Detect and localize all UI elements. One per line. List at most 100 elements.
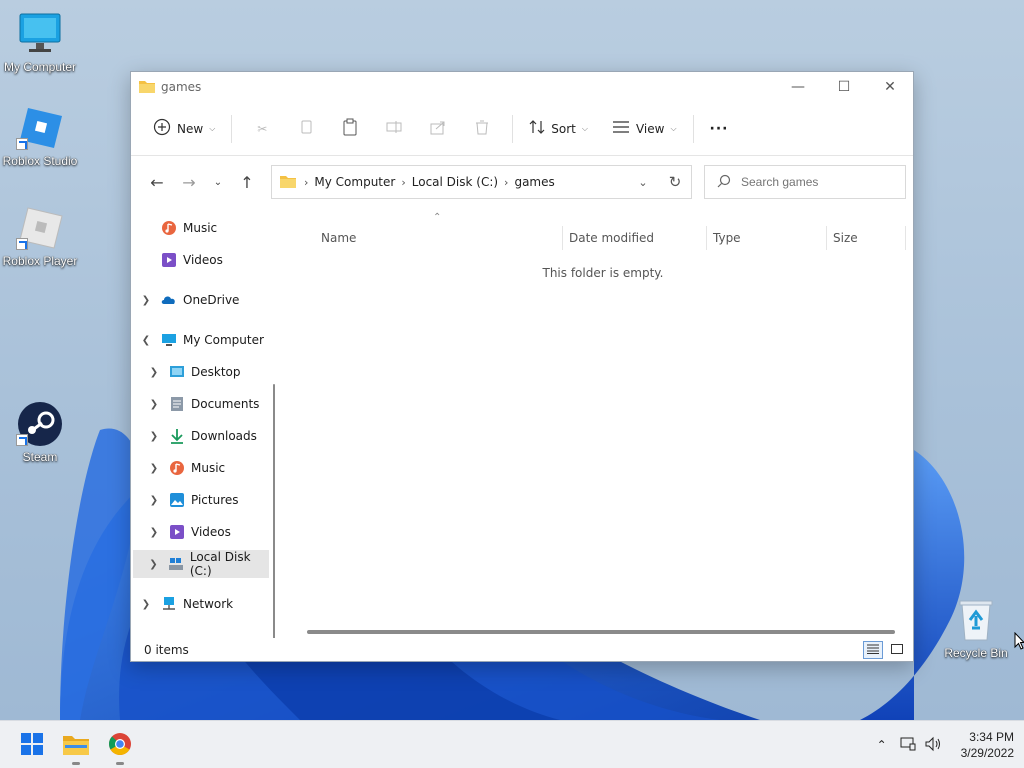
maximize-button[interactable]: ☐ <box>821 72 867 102</box>
refresh-button[interactable]: ↻ <box>659 166 691 198</box>
nav-item-pictures[interactable]: ❯ Pictures <box>147 486 277 514</box>
delete-button[interactable] <box>466 113 498 145</box>
address-row: ← → ⌄ ↑ › My Computer › Local Disk (C:) … <box>131 156 913 208</box>
sort-button[interactable]: Sort ⌵ <box>521 113 596 145</box>
nav-item-music[interactable]: ❯ Music <box>147 454 277 482</box>
network-icon <box>161 596 177 612</box>
monitor-icon <box>161 332 177 348</box>
running-indicator <box>116 762 124 765</box>
breadcrumb-my-computer[interactable]: My Computer <box>314 175 395 189</box>
chevron-down-icon: ⌵ <box>670 123 677 133</box>
nav-item-label: My Computer <box>183 333 264 347</box>
sort-ascending-icon: ⌃ <box>433 212 442 223</box>
chevron-right-icon[interactable]: ❯ <box>147 463 161 474</box>
nav-item-network[interactable]: ❯ Network <box>139 590 277 618</box>
nav-item-label: Pictures <box>191 493 239 507</box>
horizontal-scrollbar[interactable] <box>307 630 895 634</box>
nav-item-documents[interactable]: ❯ Documents <box>147 390 277 418</box>
nav-item-music-quick[interactable]: Music <box>153 214 277 242</box>
nav-item-onedrive[interactable]: ❯ OneDrive <box>139 286 277 314</box>
arrow-right-icon: → <box>182 172 196 192</box>
network-status-button[interactable] <box>895 736 921 755</box>
details-view-button[interactable] <box>863 641 883 659</box>
desktop-icon-roblox-player[interactable]: Roblox Player <box>0 204 80 268</box>
speaker-icon <box>925 736 943 755</box>
taskbar-file-explorer[interactable] <box>60 729 92 765</box>
column-divider[interactable] <box>826 226 827 250</box>
chevron-down-icon: ⌵ <box>209 123 216 133</box>
shortcut-arrow-icon <box>16 434 28 446</box>
taskbar: ⌃ 3:34 PM 3/29/2022 <box>0 720 1024 768</box>
up-button[interactable]: ↑ <box>231 166 263 198</box>
share-button[interactable] <box>422 113 454 145</box>
nav-item-my-computer[interactable]: ❮ My Computer <box>139 326 277 354</box>
column-header-name[interactable]: Name <box>321 226 561 250</box>
search-box[interactable] <box>704 165 906 199</box>
refresh-icon: ↻ <box>668 173 682 191</box>
chevron-down-icon: ⌄ <box>213 176 223 188</box>
back-button[interactable]: ← <box>141 166 173 198</box>
search-icon <box>717 174 731 191</box>
nav-pane-scrollbar[interactable] <box>271 264 277 638</box>
show-hidden-icons-button[interactable]: ⌃ <box>869 738 895 752</box>
chevron-right-icon[interactable]: ❯ <box>139 295 153 306</box>
desktop-icon-recycle-bin[interactable]: Recycle Bin <box>936 596 1016 660</box>
rename-icon <box>386 119 402 138</box>
nav-item-videos[interactable]: ❯ Videos <box>147 518 277 546</box>
chevron-right-icon[interactable]: ❯ <box>147 367 161 378</box>
breadcrumb-games[interactable]: games <box>514 175 554 189</box>
clock[interactable]: 3:34 PM 3/29/2022 <box>961 729 1014 761</box>
chevron-right-icon[interactable]: ❯ <box>147 431 161 442</box>
see-more-button[interactable]: ··· <box>702 113 737 145</box>
plus-icon <box>153 118 171 139</box>
title-bar[interactable]: games — ☐ ✕ <box>131 72 913 102</box>
chevron-right-icon[interactable]: ❯ <box>147 399 161 410</box>
chevron-right-icon[interactable]: ❯ <box>147 527 161 538</box>
paste-button[interactable] <box>334 113 366 145</box>
chevron-right-icon[interactable]: ❯ <box>147 559 160 570</box>
new-button-label: New <box>177 121 204 136</box>
nav-item-desktop[interactable]: ❯ Desktop <box>147 358 277 386</box>
column-header-date-modified[interactable]: Date modified <box>569 226 705 250</box>
tiles-view-button[interactable] <box>887 641 907 659</box>
taskbar-chrome[interactable] <box>104 729 136 765</box>
scrollbar-thumb[interactable] <box>273 384 275 638</box>
desktop-icon-steam[interactable]: Steam <box>0 400 80 464</box>
breadcrumb-local-disk[interactable]: Local Disk (C:) <box>412 175 498 189</box>
running-indicator <box>72 762 80 765</box>
minimize-button[interactable]: — <box>775 72 821 102</box>
empty-folder-message: This folder is empty. <box>542 266 664 280</box>
nav-item-label: Videos <box>191 525 231 539</box>
recent-locations-button[interactable]: ⌄ <box>205 166 231 198</box>
view-button[interactable]: View ⌵ <box>604 113 685 145</box>
forward-button[interactable]: → <box>173 166 205 198</box>
desktop-icon-label: Roblox Studio <box>2 154 78 168</box>
start-button[interactable] <box>16 729 48 761</box>
copy-button[interactable] <box>290 113 322 145</box>
nav-item-local-disk[interactable]: ❯ Local Disk (C:) <box>133 550 269 578</box>
column-divider[interactable] <box>562 226 563 250</box>
cut-button[interactable]: ✂ <box>246 113 278 145</box>
column-header-size[interactable]: Size <box>833 226 903 250</box>
chevron-down-icon[interactable]: ❮ <box>139 335 153 346</box>
nav-item-downloads[interactable]: ❯ Downloads <box>147 422 277 450</box>
navigation-pane: Music Videos ❯ OneDrive ❮ My Computer ❯ … <box>131 208 283 638</box>
desktop-icon-roblox-studio[interactable]: Roblox Studio <box>0 104 80 168</box>
column-header-label: Size <box>833 231 858 245</box>
nav-item-videos-quick[interactable]: Videos <box>153 246 277 274</box>
chevron-right-icon: › <box>304 175 309 189</box>
arrow-left-icon: ← <box>150 172 164 192</box>
search-input[interactable] <box>741 175 891 189</box>
chevron-right-icon[interactable]: ❯ <box>147 495 161 506</box>
column-divider[interactable] <box>706 226 707 250</box>
close-button[interactable]: ✕ <box>867 72 913 102</box>
address-history-button[interactable]: ⌄ <box>627 166 659 198</box>
column-divider[interactable] <box>905 226 906 250</box>
rename-button[interactable] <box>378 113 410 145</box>
chevron-right-icon[interactable]: ❯ <box>139 599 153 610</box>
address-bar[interactable]: › My Computer › Local Disk (C:) › games … <box>271 165 692 199</box>
column-header-type[interactable]: Type <box>713 226 825 250</box>
volume-button[interactable] <box>921 736 947 755</box>
desktop-icon-my-computer[interactable]: My Computer <box>0 10 80 74</box>
new-button[interactable]: New ⌵ <box>145 113 223 145</box>
